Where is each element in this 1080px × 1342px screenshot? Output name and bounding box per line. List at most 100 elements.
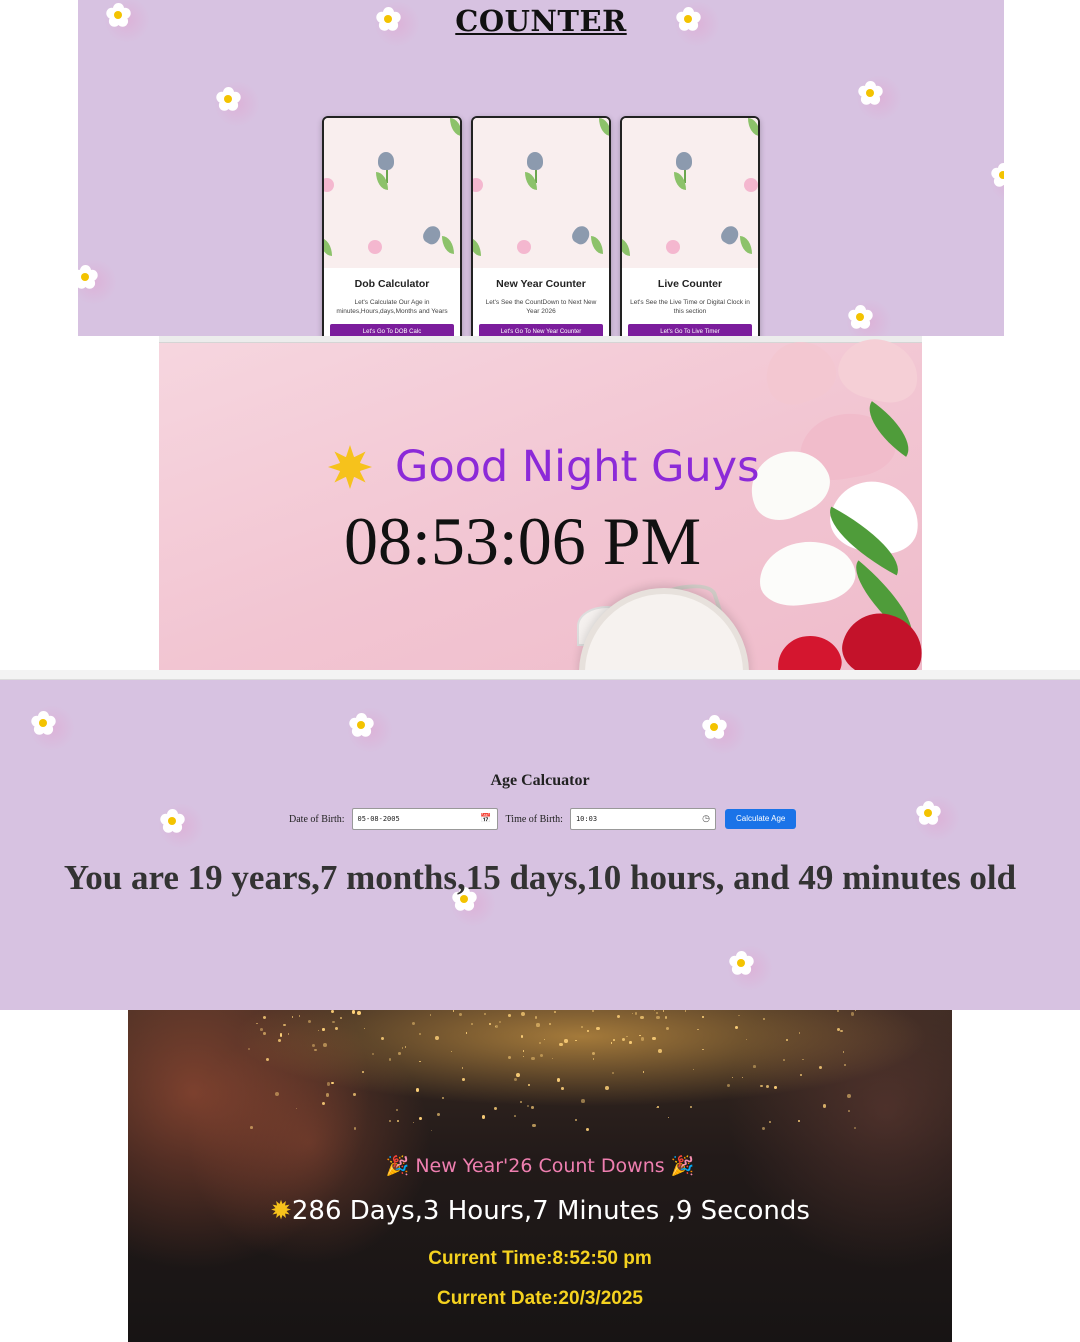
sparkle-dot [653, 1010, 655, 1012]
sparkle-dot [738, 1014, 740, 1017]
sparkle-dot [765, 1085, 769, 1089]
sparkle-dot [782, 1058, 785, 1061]
sparkle-dot [853, 1126, 856, 1129]
sparkle-dot [731, 1076, 734, 1079]
sparkle-dot [761, 1127, 766, 1131]
sparkle-dot [634, 1012, 638, 1015]
sparkle-dot [552, 1057, 554, 1059]
sun-emoji-icon [328, 445, 372, 489]
sparkle-dot [274, 1091, 279, 1096]
sparkle-dot [514, 1115, 516, 1117]
live-clock-panel: Good Night Guys 08:53:06 PM [159, 336, 922, 670]
page-title: COUNTER [455, 4, 627, 38]
card-title: Dob Calculator [354, 278, 430, 290]
sparkle-dot [413, 1121, 415, 1123]
dob-label: Date of Birth: [289, 813, 345, 825]
sparkle-dot [657, 1105, 660, 1108]
sparkle-dot [854, 1010, 857, 1012]
calendar-icon[interactable]: 📅 [480, 814, 491, 824]
sparkle-dot [513, 1077, 518, 1082]
sparkle-dot [585, 1128, 589, 1131]
sparkle-dot [458, 1013, 462, 1017]
sparkle-dot [263, 1031, 267, 1035]
sparkle-dot [287, 1032, 290, 1035]
sparkle-dot [850, 1012, 855, 1016]
party-popper-icon: 🎉 [385, 1155, 410, 1177]
sparkle-dot [527, 1083, 530, 1086]
sparkle-dot [702, 1016, 704, 1018]
counter-landing-panel: COUNTER Dob Calculator Let's Calculate O… [78, 0, 1004, 336]
sparkle-dot [658, 1049, 663, 1054]
go-live-timer-button[interactable]: Let's Go To Live Timer [628, 324, 752, 336]
sparkle-dot [516, 1073, 520, 1078]
sparkle-dot [291, 1016, 293, 1018]
card-live-counter[interactable]: Live Counter Let's See the Live Time or … [620, 116, 760, 336]
flower-icon [913, 795, 960, 841]
sparkle-dot [642, 1070, 645, 1073]
sparkle-dot [818, 1065, 822, 1070]
sparkle-dot [398, 1052, 402, 1056]
calculate-age-button[interactable]: Calculate Age [724, 809, 797, 829]
sparkle-dot [362, 1071, 364, 1074]
sparkle-dot [564, 1039, 568, 1043]
sparkle-dot [415, 1088, 420, 1092]
sparkle-dot [802, 1058, 804, 1060]
sparkle-dot [452, 1010, 455, 1012]
sparkle-dot [322, 1101, 326, 1106]
sparkle-dot [451, 1050, 453, 1053]
sparkle-dot [800, 1073, 803, 1076]
sparkle-dot [534, 1016, 538, 1019]
sparkle-dot [250, 1125, 254, 1129]
clock-icon[interactable]: ◷ [702, 814, 710, 824]
go-dob-calc-button[interactable]: Let's Go To DOB Calc [330, 324, 454, 336]
sparkle-dot [613, 1038, 616, 1041]
sparkle-dot [532, 1123, 536, 1128]
sparkle-dot [554, 1011, 557, 1013]
go-new-year-counter-button[interactable]: Let's Go To New Year Counter [479, 324, 603, 336]
sparkle-dot [667, 1116, 670, 1119]
sparkle-dot [381, 1036, 385, 1041]
countdown-text: 286 Days,3 Hours,7 Minutes ,9 Seconds [291, 1196, 810, 1226]
sparkle-dot [652, 1036, 656, 1040]
party-popper-icon: 🎉 [670, 1155, 695, 1177]
tob-input[interactable]: 10:03 ◷ [569, 808, 716, 830]
sparkle-dot [617, 1015, 621, 1019]
sparkle-dot [507, 1013, 511, 1017]
tulip-decoration [756, 336, 844, 413]
sparkle-dot [334, 1027, 338, 1031]
sparkle-dot [629, 1041, 632, 1044]
dob-input[interactable]: 05-08-2005 📅 [351, 808, 498, 830]
sparkle-dot [363, 1027, 365, 1029]
card-image [473, 118, 609, 268]
sparkle-dot [395, 1108, 399, 1111]
sparkle-dot [596, 1027, 600, 1031]
sparkle-dot [638, 1034, 641, 1037]
sparkle-dot [283, 1023, 286, 1027]
flower-icon [845, 299, 892, 336]
sparkle-dot [575, 1119, 577, 1121]
sparkle-dot [556, 1078, 560, 1082]
card-new-year-counter[interactable]: New Year Counter Let's See the CountDown… [471, 116, 611, 336]
card-title: New Year Counter [496, 278, 586, 290]
sparkle-dot [353, 1093, 357, 1096]
tulip-decoration [772, 629, 846, 670]
greeting-text: Good Night Guys [395, 442, 760, 492]
sparkle-dot [591, 1051, 595, 1055]
sparkle-dot [326, 1082, 331, 1086]
flower-icon [213, 81, 260, 127]
sparkle-dot [263, 1016, 267, 1020]
card-description: Let's Calculate Our Age in minutes,Hours… [336, 299, 448, 315]
sparkle-dot [388, 1058, 392, 1062]
sparkle-dot [745, 1039, 747, 1041]
sparkle-dot [298, 1015, 301, 1017]
current-time: Current Time:8:52:50 pm [428, 1248, 652, 1269]
sparkle-dot [471, 1023, 474, 1025]
countdown: ✹286 Days,3 Hours,7 Minutes ,9 Seconds [128, 1196, 952, 1226]
flower-icon [78, 259, 117, 305]
sparkle-dot [840, 1029, 843, 1033]
tulip-decoration [832, 336, 922, 410]
card-dob-calculator[interactable]: Dob Calculator Let's Calculate Our Age i… [322, 116, 462, 336]
sparkle-dot [494, 1024, 498, 1028]
sparkle-dot [430, 1129, 432, 1131]
sparkle-dot [295, 1107, 298, 1110]
